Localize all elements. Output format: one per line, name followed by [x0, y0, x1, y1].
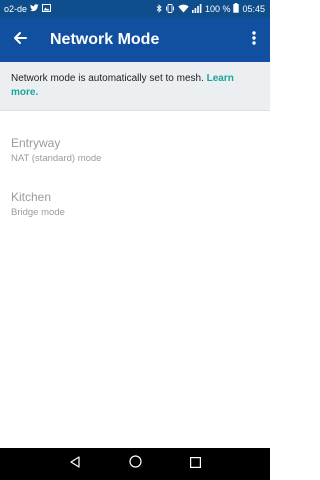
page-title: Network Mode — [50, 31, 160, 48]
nav-recents-button[interactable] — [180, 449, 210, 479]
app-bar: Network Mode — [0, 18, 270, 62]
info-banner: Network mode is automatically set to mes… — [0, 62, 270, 110]
clock: 05:45 — [242, 4, 265, 14]
status-bar: o2-de 100 % 05:45 — [0, 0, 270, 18]
node-mode: NAT (standard) mode — [11, 153, 102, 164]
back-button[interactable] — [0, 18, 42, 62]
banner-text: Network mode is automatically set to mes… — [11, 73, 204, 84]
more-options-button[interactable] — [238, 18, 270, 62]
recents-square-icon — [189, 455, 201, 473]
bluetooth-icon — [156, 3, 162, 15]
nav-back-button[interactable] — [60, 449, 90, 479]
node-mode: Bridge mode — [11, 207, 65, 218]
status-bar-left: o2-de — [4, 4, 52, 14]
battery-label: 100 % — [204, 4, 231, 14]
status-bar-right: 100 % 05:45 — [156, 3, 265, 15]
wifi-icon — [178, 4, 189, 15]
node-name: Entryway — [11, 136, 61, 150]
node-item-kitchen[interactable]: Kitchen Bridge mode — [0, 165, 270, 219]
home-circle-icon — [128, 455, 142, 473]
carrier-label: o2-de — [4, 4, 28, 14]
navigation-bar — [0, 448, 270, 480]
more-vertical-icon — [252, 30, 256, 51]
arrow-left-icon — [12, 30, 28, 51]
gallery-icon — [42, 4, 52, 14]
twitter-icon — [30, 4, 39, 14]
node-name: Kitchen — [11, 190, 52, 204]
back-triangle-icon — [69, 455, 81, 473]
node-item-entryway[interactable]: Entryway NAT (standard) mode — [0, 111, 270, 165]
nav-home-button[interactable] — [120, 449, 150, 479]
node-list: Entryway NAT (standard) mode Kitchen Bri… — [0, 111, 270, 219]
vibrate-icon — [165, 3, 175, 15]
battery-icon — [233, 3, 240, 15]
signal-icon — [191, 3, 202, 15]
